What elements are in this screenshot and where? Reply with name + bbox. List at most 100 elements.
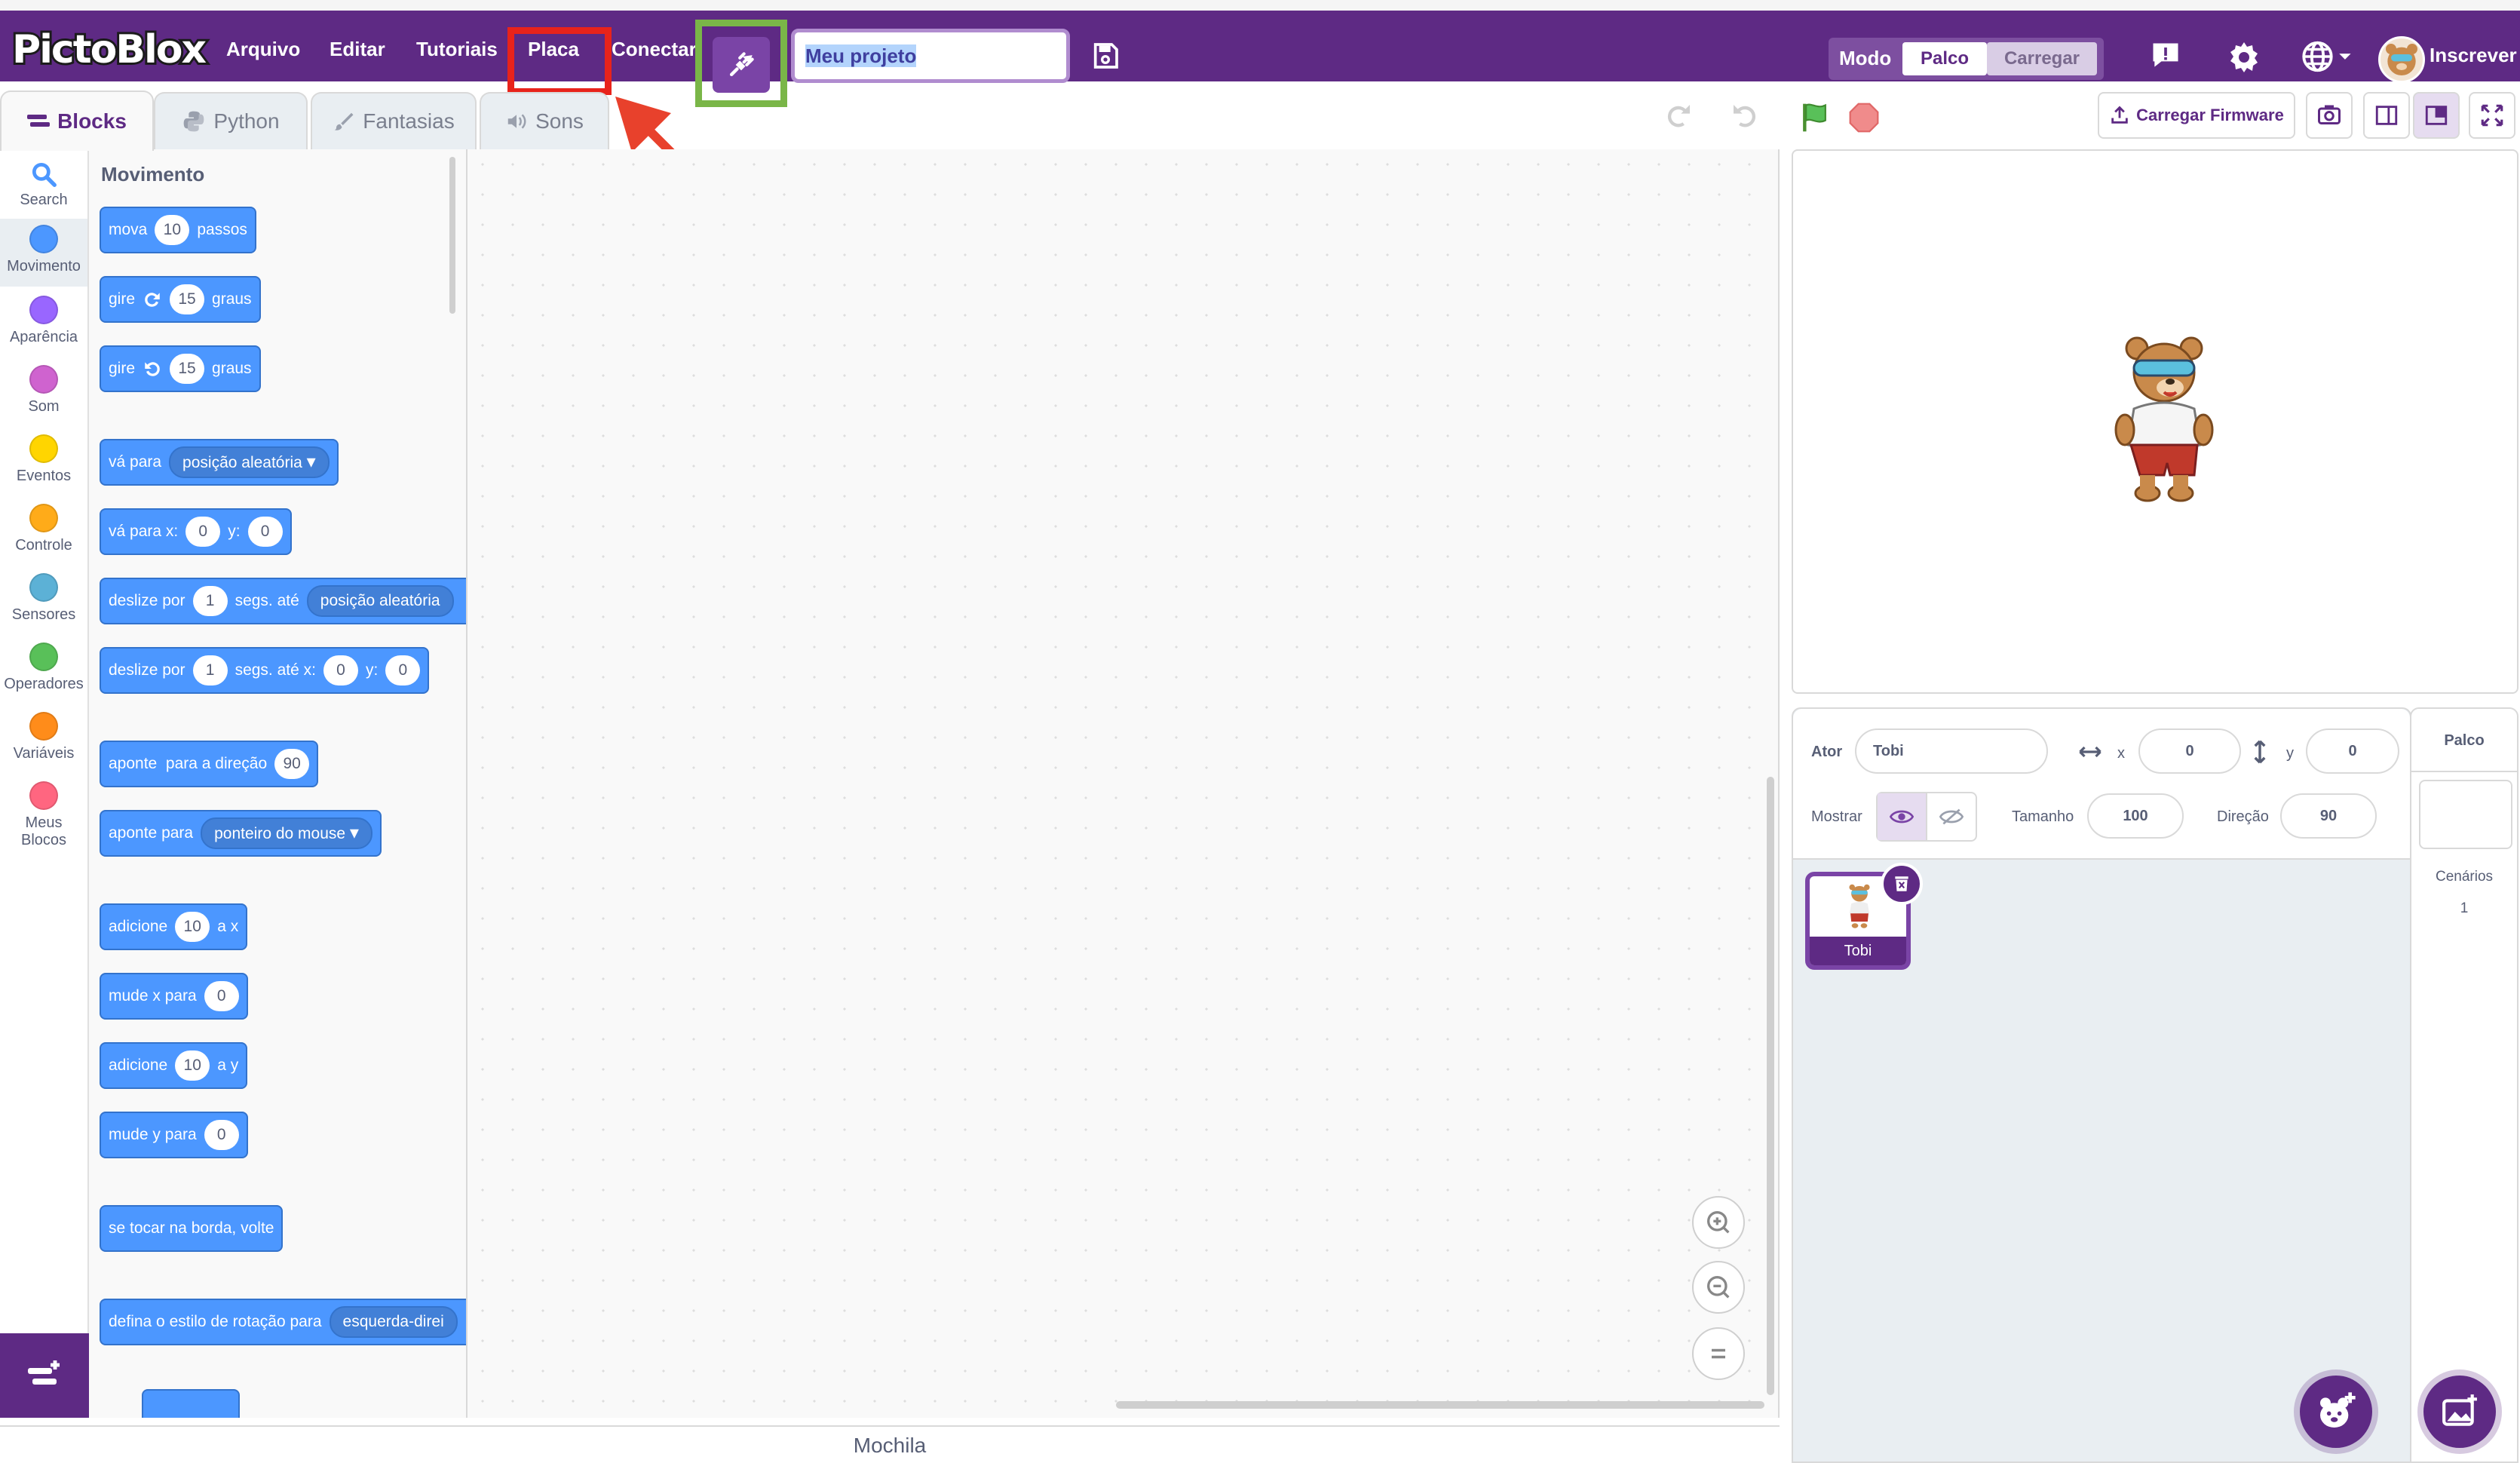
user-avatar[interactable] <box>2378 36 2425 83</box>
add-sprite-button[interactable] <box>2300 1376 2372 1448</box>
extension-icon <box>28 1360 60 1385</box>
hide-sprite-button[interactable] <box>1927 793 1976 840</box>
direction-input[interactable]: 90 <box>2280 793 2377 839</box>
large-stage-button[interactable] <box>2413 92 2460 139</box>
block-goto[interactable]: vá para posição aleatória ▾ <box>100 439 339 486</box>
category-looks[interactable]: Aparência <box>0 296 87 346</box>
sprite-name-input[interactable]: Tobi <box>1855 728 2048 774</box>
pictoblox-logo[interactable]: PictoBlox <box>10 25 209 75</box>
operators-dot-icon <box>29 643 58 671</box>
category-motion[interactable]: Movimento <box>0 219 87 287</box>
block-goto-xy[interactable]: vá para x: 0 y: 0 <box>100 508 292 555</box>
x-label: x <box>2117 745 2125 762</box>
workspace-horizontal-scrollbar[interactable] <box>1116 1401 1764 1409</box>
menu-connect[interactable]: Conectar <box>612 32 697 66</box>
category-menu: Search Movimento Aparência Som Eventos C… <box>0 149 89 1418</box>
category-sensing[interactable]: Sensores <box>0 573 87 624</box>
tobi-thumbnail <box>1849 884 1870 928</box>
add-backdrop-button[interactable] <box>2423 1376 2496 1448</box>
block-glide-to[interactable]: deslize por 1 segs. até posição aleatória <box>100 578 466 624</box>
mode-upload-button[interactable]: Carregar <box>1987 42 2097 75</box>
menu-board[interactable]: Placa <box>528 32 579 66</box>
large-stage-icon <box>2425 106 2448 125</box>
y-label: y <box>2286 745 2294 762</box>
block-turn-right[interactable]: gire 15 graus <box>100 276 261 323</box>
tab-blocks[interactable]: Blocks <box>0 90 154 151</box>
motion-dot-icon <box>29 225 58 253</box>
menu-bar: PictoBlox Arquivo Editar Tutoriais Placa… <box>0 0 2520 107</box>
category-control[interactable]: Controle <box>0 504 87 554</box>
python-icon <box>184 111 204 132</box>
block-turn-left[interactable]: gire 15 graus <box>100 345 261 392</box>
block-point-towards[interactable]: aponte para ponteiro do mouse ▾ <box>100 810 382 857</box>
mode-switch: Modo Palco Carregar <box>1829 38 2104 80</box>
block-change-y[interactable]: adicione 10 a y <box>100 1042 248 1089</box>
events-dot-icon <box>29 434 58 463</box>
control-dot-icon <box>29 504 58 532</box>
menu-file[interactable]: Arquivo <box>226 32 300 66</box>
block-glide-xy[interactable]: deslize por 1 segs. até x: 0 y: 0 <box>100 647 430 694</box>
stop-sign-icon[interactable] <box>1847 101 1881 138</box>
trash-icon <box>1895 876 1908 891</box>
block-move-steps[interactable]: mova 10 passos <box>100 207 256 253</box>
plug-icon <box>729 52 754 77</box>
fullscreen-icon <box>2481 104 2503 127</box>
palette-scrollbar[interactable] <box>449 157 455 314</box>
redo-icon[interactable] <box>1662 101 1695 135</box>
tab-sounds[interactable]: Sons <box>480 92 609 149</box>
block-point-direction[interactable]: aponte para a direção 90 <box>100 741 319 787</box>
block-change-x[interactable]: adicione 10 a x <box>100 903 248 950</box>
category-events[interactable]: Eventos <box>0 434 87 485</box>
category-operators[interactable]: Operadores <box>0 643 87 693</box>
category-search[interactable]: Search <box>0 160 87 217</box>
feedback-icon[interactable] <box>2149 39 2182 76</box>
block-set-x[interactable]: mude x para 0 <box>100 973 248 1020</box>
menu-edit[interactable]: Editar <box>330 32 385 66</box>
block-reporter-partial[interactable] <box>142 1389 240 1418</box>
sound-dot-icon <box>29 365 58 394</box>
project-name-input[interactable]: Meu projeto <box>791 29 1070 83</box>
mode-stage-button[interactable]: Palco <box>1902 42 1987 75</box>
backpack-bar[interactable]: Mochila <box>0 1425 1780 1463</box>
add-extension-button[interactable] <box>0 1333 89 1418</box>
tab-costumes[interactable]: Fantasias <box>311 92 477 149</box>
zoom-in-button[interactable] <box>1692 1196 1745 1249</box>
green-flag-icon[interactable] <box>1799 101 1832 138</box>
menu-tutorials[interactable]: Tutoriais <box>416 32 498 66</box>
tab-python[interactable]: Python <box>154 92 308 149</box>
rotate-right-icon <box>145 293 160 307</box>
block-rotation-style[interactable]: defina o estilo de rotação para esquerda-… <box>100 1299 466 1345</box>
palette-section-title: Movimento <box>101 163 205 186</box>
x-position-input[interactable]: 0 <box>2138 728 2241 774</box>
zoom-out-button[interactable] <box>1692 1261 1745 1314</box>
undo-icon[interactable] <box>1728 101 1761 135</box>
script-workspace[interactable] <box>468 149 1780 1418</box>
screenshot-button[interactable] <box>2306 92 2353 139</box>
size-input[interactable]: 100 <box>2087 793 2184 839</box>
camera-icon <box>2318 105 2341 124</box>
equals-icon <box>1712 1348 1725 1359</box>
upload-firmware-button[interactable]: Carregar Firmware <box>2098 92 2295 139</box>
fullscreen-button[interactable] <box>2469 92 2515 139</box>
save-icon[interactable] <box>1090 41 1121 75</box>
signup-link[interactable]: Inscrever <box>2430 44 2517 67</box>
category-sound[interactable]: Som <box>0 365 87 416</box>
show-sprite-button[interactable] <box>1878 793 1927 840</box>
settings-gear-icon[interactable] <box>2226 39 2262 79</box>
block-set-y[interactable]: mude y para 0 <box>100 1112 248 1158</box>
small-stage-button[interactable] <box>2363 92 2410 139</box>
zoom-reset-button[interactable] <box>1692 1327 1745 1380</box>
visibility-toggle <box>1876 792 1977 842</box>
stage-canvas[interactable] <box>1792 149 2518 694</box>
y-position-input[interactable]: 0 <box>2306 728 2399 774</box>
category-variables[interactable]: Variáveis <box>0 712 87 762</box>
brush-icon <box>334 112 354 130</box>
category-my-blocks[interactable]: Meus Blocos <box>0 781 87 849</box>
stage-thumbnail[interactable] <box>2419 780 2512 849</box>
block-bounce-on-edge[interactable]: se tocar na borda, volte <box>100 1205 284 1252</box>
delete-sprite-button[interactable] <box>1881 863 1923 905</box>
language-globe-icon[interactable] <box>2300 39 2353 78</box>
zoom-in-icon <box>1707 1211 1730 1234</box>
workspace-vertical-scrollbar[interactable] <box>1767 777 1774 1395</box>
tobi-bear-sprite[interactable] <box>2104 330 2224 508</box>
